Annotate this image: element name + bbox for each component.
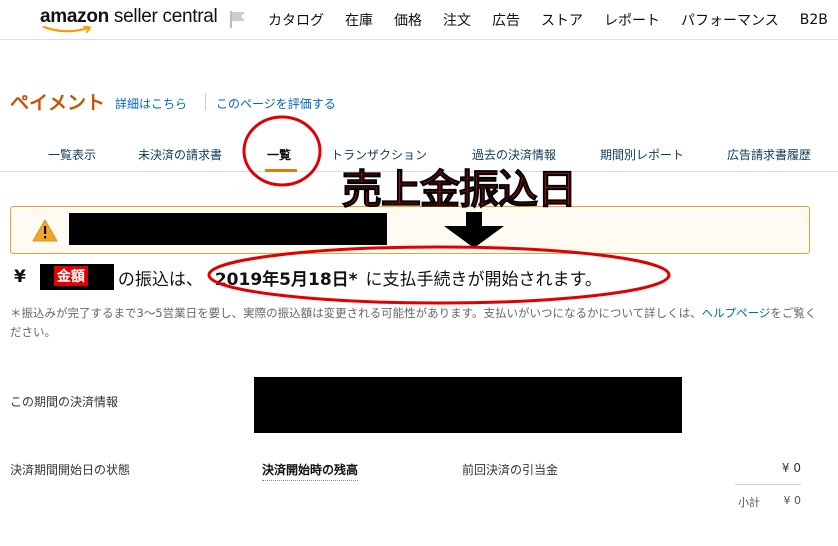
payment-prefix-text: の振込は、 bbox=[117, 269, 203, 290]
tab-advertising-invoice-history[interactable]: 広告請求書履歴 bbox=[727, 146, 811, 163]
seller-central-logo[interactable]: amazon seller central bbox=[40, 6, 218, 36]
subtotal-label: 小計 bbox=[738, 496, 760, 509]
help-page-link[interactable]: ヘルプページ bbox=[702, 306, 771, 320]
nav-item-b2b[interactable]: B2B bbox=[800, 12, 828, 28]
previous-reserve-value: ¥ 0 bbox=[781, 461, 801, 475]
nav-item-reports[interactable]: レポート bbox=[604, 10, 660, 30]
warning-icon bbox=[32, 219, 58, 242]
amazon-smile-icon bbox=[42, 26, 92, 33]
nav-item-advertising[interactable]: 広告 bbox=[492, 10, 520, 30]
nav-item-stores[interactable]: ストア bbox=[541, 10, 583, 30]
beginning-balance-label[interactable]: 決済開始時の残高 bbox=[262, 461, 359, 481]
nav-item-pricing[interactable]: 価格 bbox=[394, 10, 422, 30]
redacted-amount: 金額 bbox=[39, 264, 114, 290]
settlement-period-label: この期間の決済情報 bbox=[10, 395, 119, 409]
subtotal-value: ¥ 0 bbox=[783, 494, 802, 507]
details-link[interactable]: 詳細はこちら bbox=[115, 95, 187, 112]
tab-open-invoices[interactable]: 未決済の請求書 bbox=[138, 146, 222, 163]
redacted-period-info bbox=[254, 377, 682, 433]
yen-symbol: ¥ bbox=[14, 267, 26, 287]
amount-annotation-label: 金額 bbox=[53, 266, 88, 286]
payment-note: ＊振込みが完了するまで3〜5営業日を要し、実際の振込額は変更される可能性がありま… bbox=[10, 306, 817, 339]
previous-reserve-label: 前回決済の引当金 bbox=[462, 463, 559, 477]
flag-icon[interactable] bbox=[228, 9, 248, 29]
top-navigation-bar: amazon seller central カタログ 在庫 価格 注文 広告 ス… bbox=[0, 0, 838, 40]
annotation-circle-tab bbox=[242, 115, 322, 187]
period-start-status-label: 決済期間開始日の状態 bbox=[10, 463, 131, 477]
annotation-title: 売上金振込日 bbox=[342, 167, 578, 214]
header-divider bbox=[205, 93, 206, 111]
main-nav: カタログ 在庫 価格 注文 広告 ストア レポート パフォーマンス B2B bbox=[268, 0, 828, 40]
tab-date-range-reports[interactable]: 期間別レポート bbox=[600, 146, 684, 163]
tab-summary[interactable]: 一覧表示 bbox=[48, 146, 96, 163]
nav-item-performance[interactable]: パフォーマンス bbox=[681, 10, 779, 30]
nav-item-catalog[interactable]: カタログ bbox=[268, 10, 324, 30]
nav-item-inventory[interactable]: 在庫 bbox=[345, 10, 373, 30]
nav-item-orders[interactable]: 注文 bbox=[443, 10, 471, 30]
logo-text: amazon seller central bbox=[40, 6, 218, 27]
subtotal-divider bbox=[735, 484, 801, 485]
rate-page-link[interactable]: このページを評価する bbox=[216, 95, 336, 112]
page-title: ペイメント bbox=[10, 92, 106, 114]
redacted-alert-text bbox=[69, 213, 387, 245]
annotation-ellipse-date bbox=[207, 245, 671, 305]
